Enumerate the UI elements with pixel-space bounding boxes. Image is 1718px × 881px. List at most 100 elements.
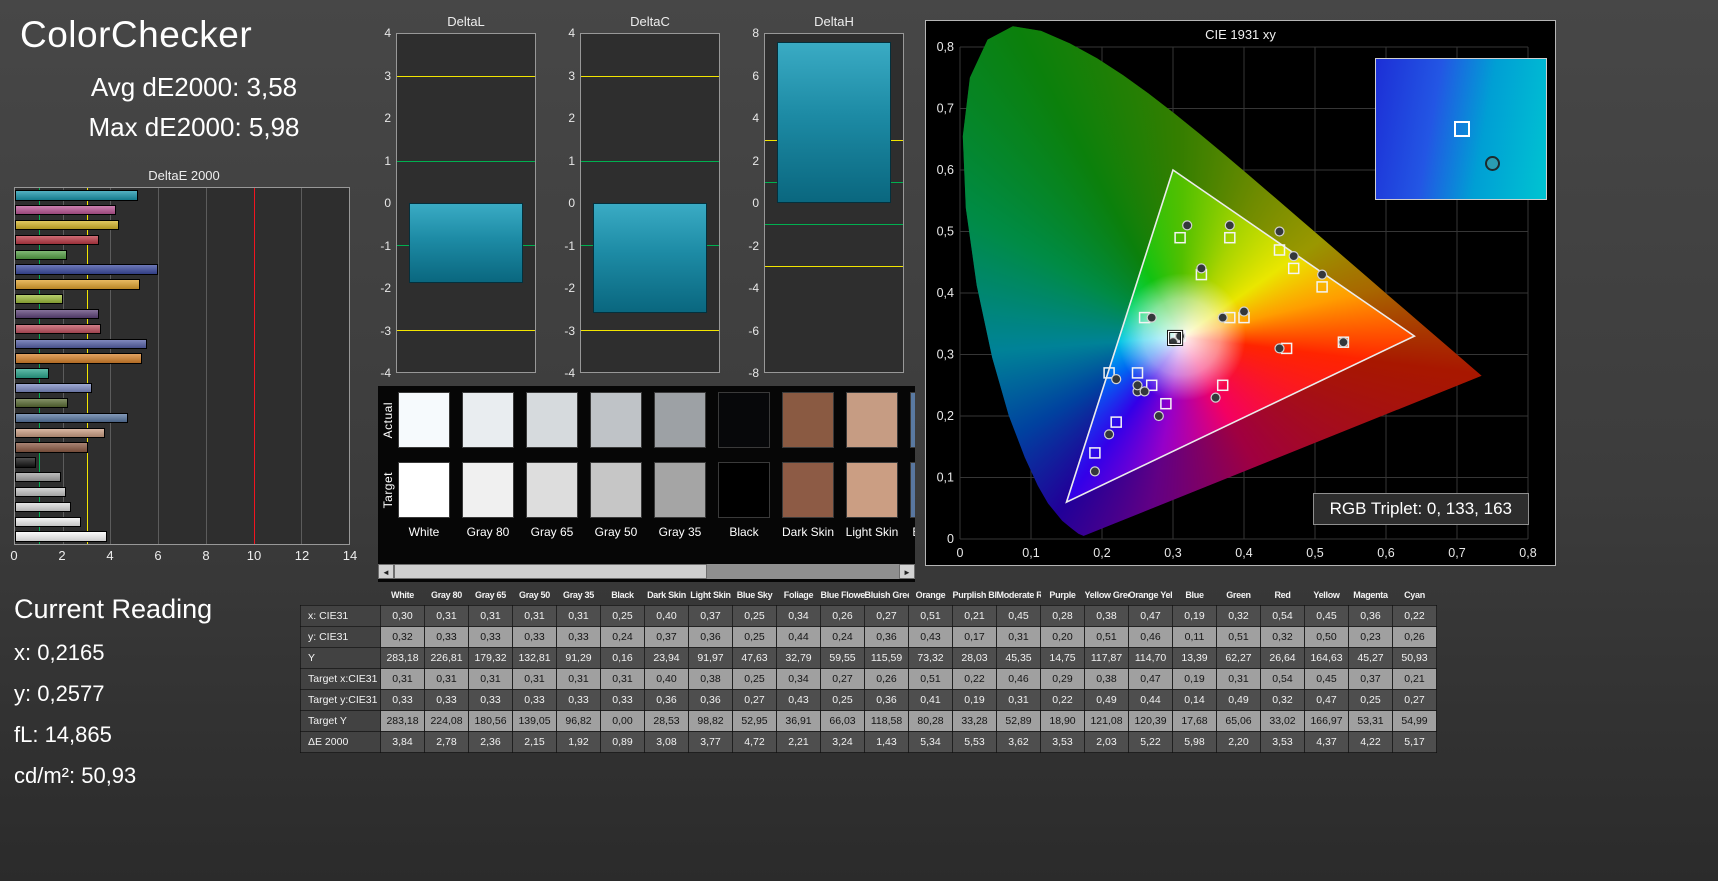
table-cell: 0,46 [996, 668, 1041, 690]
table-cell: 47,63 [732, 647, 777, 669]
scroll-left-button[interactable]: ◄ [378, 564, 394, 579]
row-label: Target y:CIE31 [300, 689, 381, 711]
table-cell: 0,33 [600, 689, 645, 711]
scrollbar-thumb[interactable] [394, 564, 708, 579]
table-cell: 0,38 [688, 668, 733, 690]
swatch-label: Gray 65 [530, 525, 574, 539]
table-cell: 114,70 [1128, 647, 1173, 669]
deltac-chart: DeltaC 4 3 2 1 0 -1 -2 -3 -4 [552, 14, 720, 380]
table-cell: 62,27 [1216, 647, 1261, 669]
table-cell: 0,49 [1216, 689, 1261, 711]
target-marker [1089, 447, 1101, 459]
y-tick-label: 1 [568, 153, 575, 168]
table-cell: 0,31 [468, 605, 513, 627]
table-cell: 0,34 [776, 668, 821, 690]
swatch-scrollbar[interactable]: ◄ ► [378, 564, 915, 579]
scroll-right-button[interactable]: ► [899, 564, 915, 579]
swatch-label: Black [729, 525, 759, 539]
table-cell: 0,31 [556, 668, 601, 690]
table-cell: 36,91 [776, 710, 821, 732]
target-swatch-dark-skin [782, 462, 834, 518]
cie-diagram-panel: CIE 1931 xy 0 0 0,1 0,1 0,2 0,2 0,3 0,3 0,4 0,4 0,… [925, 20, 1556, 566]
table-cell: 0,33 [556, 689, 601, 711]
col-header: Yellow [1313, 590, 1340, 600]
y-tick-label: 4 [752, 111, 759, 125]
deltae-x-axis: 0 2 4 6 8 10 12 14 [10, 548, 357, 564]
measured-marker [1089, 466, 1100, 477]
col-header: Gray 35 [563, 590, 594, 600]
reference-line [765, 266, 903, 268]
table-row: Target x:CIE31 0,31 0,31 0,31 0,31 0,31 0,31 0,… [300, 668, 1437, 690]
row-label: Target Y [300, 710, 381, 732]
bar-light-skin [15, 427, 105, 438]
table-cell: 0,31 [424, 605, 469, 627]
x-tick-label: 6 [154, 548, 162, 563]
table-cell: 0,21 [952, 605, 997, 627]
actual-swatch-dark-skin [782, 392, 834, 448]
x-tick-label: 10 [246, 548, 262, 563]
measured-marker [1288, 251, 1299, 262]
reference-line [397, 329, 535, 331]
table-cell: 226,81 [424, 647, 469, 669]
inset-measured-marker [1484, 155, 1500, 171]
table-cell: 120,39 [1128, 710, 1173, 732]
y-tick-label: -2 [748, 238, 759, 253]
table-cell: 50,93 [1392, 647, 1437, 669]
delta-value-bar [593, 203, 707, 313]
table-cell: 283,18 [380, 710, 425, 732]
y-tick-label: 6 [752, 68, 759, 83]
col-header: Yellow Green [1084, 590, 1129, 600]
table-cell: 0,25 [732, 605, 777, 627]
table-cell: 2,36 [468, 731, 513, 753]
scrollbar-track[interactable] [394, 564, 899, 579]
col-header: Moderate Red [996, 590, 1041, 600]
row-label: Y [300, 647, 381, 669]
y-tick-label: -1 [564, 238, 575, 253]
table-cell: 0,51 [1216, 626, 1261, 648]
table-cell: 0,31 [512, 668, 557, 690]
bar-red [15, 234, 100, 246]
reading-cdm2: cd/m²: 50,93 [14, 763, 137, 788]
swatch-label: Dark Skin [781, 525, 834, 539]
swatch-label: Light Skin [845, 525, 899, 539]
bar-cyan [15, 190, 139, 201]
col-header: Foliage [783, 590, 814, 600]
max-de2000-value: Max dE2000: 5,98 [88, 112, 300, 142]
bar-dark-skin [15, 442, 89, 453]
x-tick-label: 14 [342, 548, 358, 563]
target-marker [1160, 397, 1172, 410]
col-header: White [391, 590, 414, 600]
deltac-y-axis: 4 3 2 1 0 -1 -2 -3 -4 [552, 26, 580, 380]
delta-value-bar [409, 203, 523, 284]
table-cell: 0,32 [1260, 689, 1305, 711]
table-cell: 65,06 [1216, 710, 1261, 732]
table-cell: 0,25 [820, 689, 865, 711]
table-cell: 53,31 [1348, 710, 1393, 732]
col-header: Blue Sky [736, 590, 773, 600]
table-row: Y 283,18 226,81 179,32 132,81 91,29 0,16 23,94 9… [300, 647, 1437, 669]
rgb-triplet-label: RGB Triplet: 0, 133, 163 [1312, 493, 1529, 525]
row-label: Target x:CIE31 [300, 668, 381, 690]
bar-yellow [15, 219, 120, 231]
table-cell: 52,95 [732, 710, 777, 732]
table-cell: 0,36 [864, 626, 909, 648]
table-cell: 17,68 [1172, 710, 1217, 732]
table-cell: 0,20 [1040, 626, 1085, 648]
actual-swatch-blue-sky [910, 392, 915, 448]
table-cell: 224,08 [424, 710, 469, 732]
y-tick-label: 4 [568, 26, 575, 40]
target-swatch-black [718, 462, 770, 518]
y-tick-label: 0 [384, 196, 391, 210]
table-cell: 33,28 [952, 710, 997, 732]
y-tick-label: 1 [384, 153, 391, 168]
table-cell: 0,33 [512, 626, 557, 648]
target-marker [1316, 281, 1328, 293]
bar-purplish-blue [15, 338, 147, 349]
table-cell: 0,47 [1128, 605, 1173, 627]
gridline [205, 188, 207, 544]
table-cell: 0,37 [644, 626, 689, 648]
actual-swatch-gray-80 [462, 392, 514, 448]
deltah-chart: DeltaH 8 6 4 2 0 -2 -4 -6 -8 [736, 14, 904, 380]
table-cell: 0,33 [424, 626, 469, 648]
y-tick-label: 2 [384, 111, 391, 125]
